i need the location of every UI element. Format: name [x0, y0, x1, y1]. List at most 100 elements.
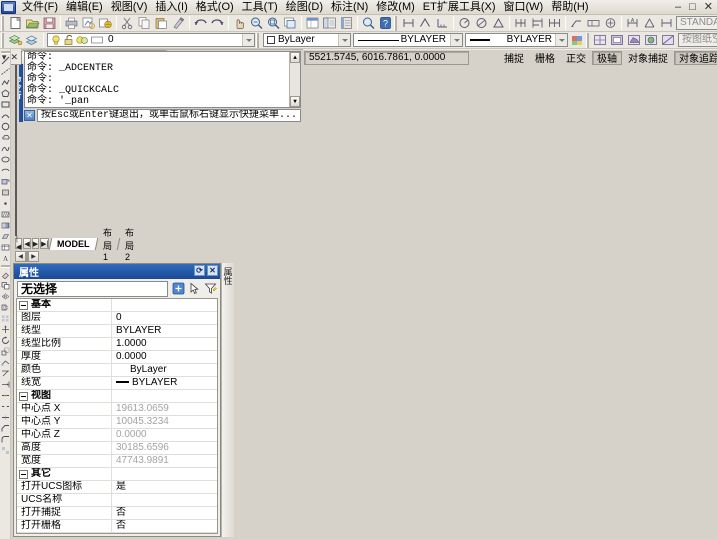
extend-icon[interactable]: [0, 379, 11, 390]
dimension-text-edit-icon[interactable]: [641, 15, 658, 31]
properties-toolbar-grip[interactable]: [256, 32, 260, 48]
chevron-down-icon[interactable]: [555, 34, 567, 46]
menu-draw[interactable]: 绘图(D): [282, 0, 327, 15]
publish-icon[interactable]: [97, 15, 114, 31]
auto-hide-icon[interactable]: ⟳: [194, 265, 205, 276]
toolpalette-icon[interactable]: [338, 15, 355, 31]
aligned-dimension-icon[interactable]: [417, 15, 434, 31]
chevron-down-icon[interactable]: [242, 34, 254, 46]
ordinate-dimension-icon[interactable]: [434, 15, 451, 31]
property-grid-on-value[interactable]: 否: [112, 520, 217, 532]
command-close-icon[interactable]: ✕: [24, 110, 35, 121]
leader-icon[interactable]: [568, 15, 585, 31]
pan-realtime-icon[interactable]: [231, 15, 248, 31]
print-icon[interactable]: [63, 15, 80, 31]
zoom-window-icon[interactable]: [265, 15, 282, 31]
polygon-icon[interactable]: [0, 88, 11, 99]
multiline-text-icon[interactable]: A: [0, 253, 11, 264]
status-toggle-grid[interactable]: 栅格: [530, 51, 560, 65]
property-row-height[interactable]: 高度 30185.6596: [17, 442, 217, 455]
center-mark-icon[interactable]: [602, 15, 619, 31]
property-row-lineweight[interactable]: 线宽 BYLAYER: [17, 377, 217, 390]
layer-properties-manager-icon[interactable]: [7, 32, 24, 48]
angular-dimension-icon[interactable]: [490, 15, 507, 31]
break-icon[interactable]: [0, 401, 11, 412]
ellipse-arc-icon[interactable]: [0, 165, 11, 176]
menu-tools[interactable]: 工具(T): [238, 0, 282, 15]
insert-block-icon[interactable]: [0, 176, 11, 187]
construction-line-icon[interactable]: [0, 66, 11, 77]
continue-dimension-icon[interactable]: [546, 15, 563, 31]
menu-window[interactable]: 窗口(W): [500, 0, 548, 15]
property-row-thickness[interactable]: 厚度 0.0000: [17, 351, 217, 364]
layout-first-button[interactable]: |◀: [15, 236, 23, 251]
radius-dimension-icon[interactable]: [456, 15, 473, 31]
dimension-update-icon[interactable]: [658, 15, 675, 31]
modify-toolbar-grip[interactable]: [0, 264, 10, 268]
scale-icon[interactable]: [0, 346, 11, 357]
scroll-right-icon[interactable]: ▶: [28, 250, 39, 262]
spline-icon[interactable]: [0, 143, 11, 154]
scroll-down-icon[interactable]: ▼: [290, 96, 301, 107]
property-row-ucs-name[interactable]: UCS名称: [17, 494, 217, 507]
circle-icon[interactable]: [0, 121, 11, 132]
polyline-icon[interactable]: [0, 77, 11, 88]
rotate-icon[interactable]: [0, 335, 11, 346]
display-viewports-dialog-icon[interactable]: [592, 32, 609, 48]
redo-icon[interactable]: [209, 15, 226, 31]
document-close-icon[interactable]: ✕: [10, 52, 18, 63]
rectangle-icon[interactable]: [0, 99, 11, 110]
quick-select-icon[interactable]: [203, 282, 217, 296]
chevron-down-icon[interactable]: [450, 34, 462, 46]
chamfer-icon[interactable]: [0, 423, 11, 434]
designcenter-icon[interactable]: [321, 15, 338, 31]
color-combo[interactable]: ByLayer: [263, 33, 351, 47]
property-color-value[interactable]: ByLayer: [112, 364, 217, 376]
maximize-button[interactable]: □: [687, 1, 698, 13]
property-row-layer[interactable]: 图层 0: [17, 312, 217, 325]
layout-next-button[interactable]: ▶: [31, 238, 40, 249]
property-linetype-value[interactable]: BYLAYER: [112, 325, 217, 337]
property-row-color[interactable]: 颜色 ByLayer: [17, 364, 217, 377]
open-icon[interactable]: [24, 15, 41, 31]
save-icon[interactable]: [41, 15, 58, 31]
menu-modify[interactable]: 修改(M): [372, 0, 419, 15]
convert-object-to-viewport-icon[interactable]: [643, 32, 660, 48]
dimension-style-combo[interactable]: STANDARD: [676, 16, 717, 30]
layout-tab-2[interactable]: 布局2: [116, 228, 142, 262]
mirror-icon[interactable]: [0, 291, 11, 302]
menu-dimension[interactable]: 标注(N): [327, 0, 372, 15]
fillet-icon[interactable]: [0, 434, 11, 445]
copy-object-icon[interactable]: [0, 280, 11, 291]
viewports-toolbar-grip[interactable]: [586, 32, 590, 48]
property-layer-value[interactable]: 0: [112, 312, 217, 324]
linear-dimension-icon[interactable]: [400, 15, 417, 31]
property-group-other[interactable]: 其它: [17, 468, 217, 481]
plot-style-icon[interactable]: [569, 32, 586, 48]
table-icon[interactable]: [0, 242, 11, 253]
status-toggle-polar[interactable]: 极轴: [592, 50, 623, 65]
properties-palette-side-tab[interactable]: 属性: [221, 263, 234, 537]
scroll-left-icon[interactable]: ◀: [15, 250, 26, 262]
toggle-pickadd-icon[interactable]: [171, 282, 185, 296]
gradient-icon[interactable]: [0, 220, 11, 231]
property-row-width[interactable]: 宽度 47743.9891: [17, 455, 217, 468]
join-icon[interactable]: [0, 412, 11, 423]
collapse-icon[interactable]: [19, 469, 28, 479]
property-lineweight-value[interactable]: BYLAYER: [112, 377, 217, 389]
layout-tab-model[interactable]: MODEL: [49, 237, 98, 250]
linetype-combo[interactable]: BYLAYER: [353, 33, 463, 47]
ellipse-icon[interactable]: [0, 154, 11, 165]
coordinates-display[interactable]: 5521.5745, 6016.7861, 0.0000: [304, 50, 470, 65]
match-properties-icon[interactable]: [170, 15, 187, 31]
trim-icon[interactable]: [0, 368, 11, 379]
property-row-center-x[interactable]: 中心点 X 19613.0659: [17, 403, 217, 416]
clip-existing-viewport-icon[interactable]: [660, 32, 677, 48]
undo-icon[interactable]: [192, 15, 209, 31]
layout-prev-button[interactable]: ◀: [23, 238, 31, 249]
property-ucs-icon-value[interactable]: 是: [112, 481, 217, 493]
chevron-down-icon[interactable]: [338, 34, 350, 46]
plot-preview-icon[interactable]: [80, 15, 97, 31]
stretch-icon[interactable]: [0, 357, 11, 368]
property-row-snap-on[interactable]: 打开捕捉 否: [17, 507, 217, 520]
